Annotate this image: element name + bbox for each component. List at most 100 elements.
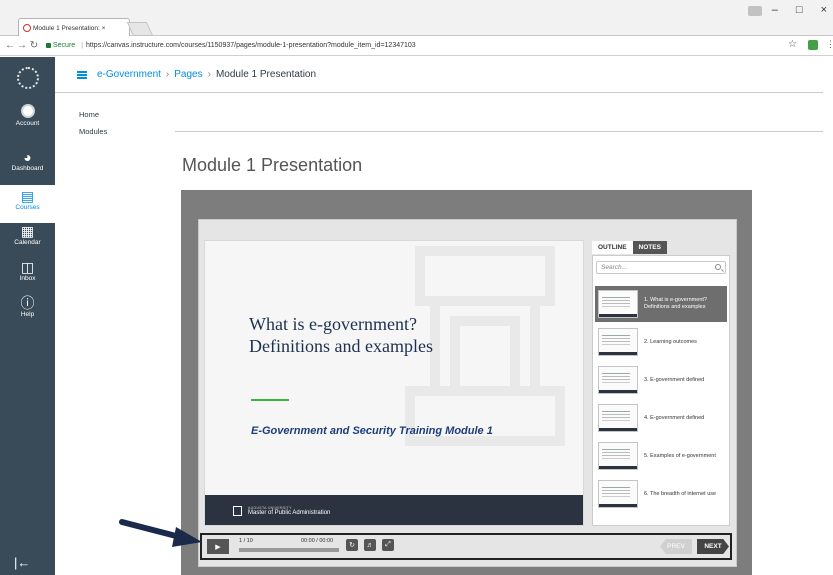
breadcrumb: e-Government › Pages › Module 1 Presenta… (55, 57, 823, 93)
breadcrumb-current: Module 1 Presentation (215, 69, 317, 80)
slide-accent-line (251, 399, 289, 401)
secure-indicator[interactable]: Secure (46, 42, 75, 49)
breadcrumb-separator: › (165, 69, 170, 80)
account-avatar-icon (20, 104, 35, 118)
nav-item-calendar[interactable]: ▦ Calendar (0, 223, 55, 259)
nav-item-inbox[interactable]: ◫ Inbox (0, 259, 55, 295)
outline-item-label: 2. Learning outcomes (644, 338, 697, 345)
slide-thumbnail (598, 442, 638, 470)
course-nav-home[interactable]: Home (79, 110, 107, 119)
help-circle-icon: ⓘ (20, 295, 35, 311)
maximize-button[interactable]: □ (796, 4, 803, 16)
slide-thumbnail (598, 290, 638, 318)
collapse-arrow-icon[interactable]: |← (14, 555, 30, 570)
url-separator: | (81, 42, 84, 49)
forward-arrow-icon[interactable]: → (16, 40, 28, 51)
window-controls: – □ × (772, 4, 833, 16)
tab-title: Module 1 Presentation: × (33, 24, 106, 32)
secure-label: Secure (53, 42, 76, 49)
outline-item-label: 3. E-government defined (644, 376, 705, 383)
footer-text: AUGUSTA UNIVERSITY Master of Public Admi… (248, 506, 330, 516)
outline-search-input[interactable]: Search... (596, 261, 726, 274)
inbox-icon: ◫ (20, 259, 35, 275)
replay-icon[interactable]: ↻ (346, 539, 358, 551)
footer-program: Master of Public Administration (248, 510, 331, 516)
prev-button[interactable]: PREV (660, 539, 692, 554)
nav-label: Account (15, 120, 40, 127)
annotation-arrow-icon (119, 519, 202, 547)
canvas-favicon-icon (23, 24, 31, 32)
slide-subtitle: E-Government and Security Training Modul… (251, 425, 493, 437)
book-icon: ▤ (20, 188, 35, 204)
slide-footer: AUGUSTA UNIVERSITY Master of Public Admi… (205, 495, 583, 525)
minimize-button[interactable]: – (772, 4, 778, 16)
nav-label: Courses (15, 204, 40, 211)
outline-item[interactable]: 4. E-government defined (595, 400, 727, 436)
browser-menu-icon[interactable]: ⋮ (826, 39, 833, 50)
outline-item-label: 5. Examples of e-government (644, 452, 716, 459)
breadcrumb-separator: › (207, 69, 211, 80)
breadcrumb-pages-link[interactable]: Pages (174, 69, 202, 80)
dashboard-gauge-icon: ◕ (23, 149, 32, 165)
page-title: Module 1 Presentation (182, 155, 363, 175)
extension-icon[interactable] (808, 40, 818, 50)
nav-label: Dashboard (11, 165, 44, 172)
tab-outline[interactable]: OUTLINE (592, 241, 633, 254)
bookmark-star-icon[interactable]: ☆ (788, 39, 797, 50)
playback-controls: ▶ 1 / 10 00:00 / 00:00 ↻ ♬ ⤢ PREV NEXT (200, 533, 732, 560)
university-seal-icon (233, 506, 242, 516)
play-icon: ▶ (215, 543, 221, 551)
nav-label: Inbox (19, 275, 36, 282)
outline-item[interactable]: 1. What is e-government? Definitions and… (595, 286, 727, 322)
canvas-logo-icon[interactable] (17, 67, 39, 89)
next-button[interactable]: NEXT (697, 539, 729, 554)
outline-item[interactable]: 2. Learning outcomes (595, 324, 727, 360)
slide-title: What is e-government? Definitions and ex… (249, 313, 549, 357)
outline-item-label: 1. What is e-government? Definitions and… (644, 297, 707, 310)
search-placeholder: Search... (601, 264, 628, 271)
slide-thumbnail (598, 480, 638, 508)
profile-icon[interactable] (748, 6, 762, 16)
back-arrow-icon[interactable]: ← (4, 40, 16, 51)
course-navigation: Home Modules (79, 110, 107, 144)
outline-item-label: 6. The breadth of internet use (644, 490, 717, 497)
time-display: 00:00 / 00:00 (301, 538, 334, 544)
global-navigation: Account ◕ Dashboard ▤ Courses ▦ Calendar… (0, 57, 55, 575)
breadcrumb-course-link[interactable]: e-Government (97, 69, 161, 80)
nav-item-courses[interactable]: ▤ Courses (0, 185, 55, 223)
tab-notes[interactable]: NOTES (632, 241, 667, 254)
hamburger-menu-icon[interactable] (77, 70, 87, 79)
nav-label: Calendar (14, 239, 41, 246)
close-window-button[interactable]: × (821, 4, 827, 16)
lock-icon (46, 43, 51, 48)
reload-icon[interactable]: ↻ (28, 40, 40, 51)
browser-tab[interactable]: Module 1 Presentation: × (18, 18, 130, 37)
volume-icon[interactable]: ♬ (364, 539, 376, 551)
browser-tab-bar: Module 1 Presentation: × – □ × (0, 0, 833, 37)
slide-title-line2: Definitions and examples (249, 336, 433, 356)
nav-label: Help (20, 311, 35, 318)
search-icon[interactable] (715, 264, 721, 270)
outline-item[interactable]: 5. Examples of e-government (595, 438, 727, 474)
seek-bar[interactable] (239, 548, 339, 552)
outline-item[interactable]: 3. E-government defined (595, 362, 727, 398)
play-button[interactable]: ▶ (207, 539, 229, 554)
url-field[interactable]: Secure | https://canvas.instructure.com/… (46, 42, 416, 49)
outline-item[interactable]: 6. The breadth of internet use (595, 476, 727, 512)
slide-thumbnail (598, 366, 638, 394)
slide-title-line1: What is e-government? (249, 314, 417, 334)
slide-thumbnail (598, 328, 638, 356)
new-tab-button[interactable] (126, 22, 154, 36)
course-nav-modules[interactable]: Modules (79, 127, 107, 136)
url-text: https://canvas.instructure.com/courses/1… (86, 42, 416, 49)
slide-counter: 1 / 10 (239, 538, 253, 544)
nav-item-dashboard[interactable]: ◕ Dashboard (0, 149, 55, 185)
slide-thumbnail (598, 404, 638, 432)
address-bar: ← → ↻ Secure | https://canvas.instructur… (0, 36, 833, 56)
outline-panel: Search... 1. What is e-government? Defin… (592, 255, 730, 526)
nav-item-account[interactable]: Account (0, 103, 55, 139)
content-divider (175, 131, 823, 132)
fullscreen-icon[interactable]: ⤢ (382, 539, 394, 551)
slide-canvas: What is e-government? Definitions and ex… (204, 240, 584, 526)
nav-item-help[interactable]: ⓘ Help (0, 295, 55, 331)
